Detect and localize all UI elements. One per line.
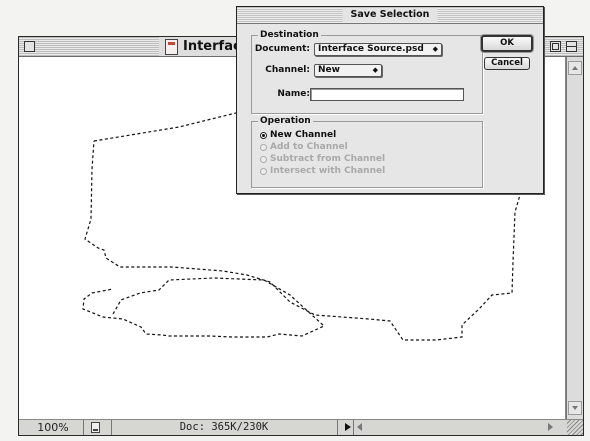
radio-label: Intersect with Channel (270, 166, 386, 176)
radio-intersect-with-channel[interactable]: Intersect with Channel (260, 166, 385, 177)
scroll-down-arrow-icon[interactable] (568, 401, 582, 415)
resize-grow-box[interactable] (567, 420, 583, 435)
radio-button-icon[interactable] (260, 156, 267, 163)
operation-group-label: Operation (258, 115, 313, 127)
preview-document-icon[interactable] (91, 422, 100, 433)
radio-label: Subtract from Channel (270, 154, 386, 164)
scroll-right-arrow-icon[interactable] (548, 423, 553, 431)
updown-arrows-icon: ◆ (372, 66, 378, 74)
dialog-title: Save Selection (342, 8, 438, 22)
operation-group: Operation New Channel Add to Channel Sub… (251, 115, 483, 188)
radio-label: New Channel (270, 130, 337, 140)
scroll-left-arrow-icon[interactable] (357, 423, 362, 431)
document-popup-value: Interface Source.psd (318, 44, 424, 54)
document-label: Document: (254, 44, 310, 54)
radio-subtract-from-channel[interactable]: Subtract from Channel (260, 154, 385, 165)
zoom-box-icon[interactable] (550, 41, 561, 52)
document-size-info: Doc: 365K/230K (179, 421, 269, 433)
scroll-up-arrow-icon[interactable] (568, 61, 582, 75)
destination-group-label: Destination (258, 29, 321, 41)
channel-popup[interactable]: New ◆ (314, 64, 382, 77)
name-label: Name: (277, 89, 310, 99)
radio-button-icon[interactable] (260, 144, 267, 151)
vertical-scrollbar[interactable] (566, 57, 583, 419)
close-box-icon[interactable] (24, 41, 35, 52)
radio-button-selected-icon[interactable] (260, 132, 267, 139)
ok-button[interactable]: OK (481, 35, 533, 52)
channel-label: Channel: (265, 65, 310, 75)
status-divider (111, 420, 112, 435)
status-menu-arrow-icon[interactable] (345, 423, 351, 431)
status-divider (337, 420, 338, 435)
cancel-button[interactable]: Cancel (484, 57, 530, 70)
radio-new-channel[interactable]: New Channel (260, 130, 336, 141)
status-divider (353, 420, 354, 435)
radio-button-icon[interactable] (260, 168, 267, 175)
selection-outline-inner (82, 277, 326, 338)
destination-group: Destination Document: Interface Source.p… (251, 29, 483, 114)
updown-arrows-icon: ◆ (432, 45, 438, 53)
status-bar: 100% Doc: 365K/230K (19, 419, 583, 435)
photoshop-document-icon (165, 38, 178, 55)
collapse-box-icon[interactable] (566, 41, 577, 52)
radio-add-to-channel[interactable]: Add to Channel (260, 142, 348, 153)
name-input[interactable] (310, 88, 464, 101)
dialog-titlebar[interactable]: Save Selection (237, 7, 543, 24)
channel-popup-value: New (318, 65, 340, 75)
document-popup[interactable]: Interface Source.psd ◆ (314, 43, 442, 56)
zoom-level-field[interactable]: 100% (23, 420, 84, 435)
save-selection-dialog: Save Selection Destination Document: Int… (236, 6, 544, 194)
radio-label: Add to Channel (270, 142, 348, 152)
